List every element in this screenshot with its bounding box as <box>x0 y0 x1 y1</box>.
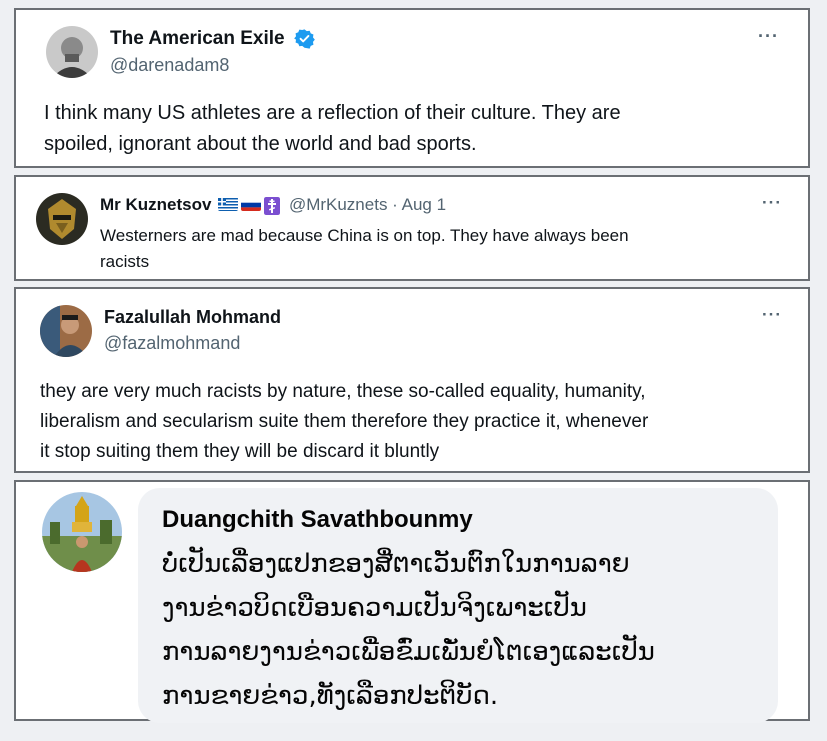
comment-text-line: ງານຂ່າວບິດເບືອນຄວາມເປັນຈິງເພາະເປັນ <box>162 593 587 623</box>
tweet-text-line: they are very much racists by nature, th… <box>40 381 646 402</box>
tweet-card-american-exile[interactable]: The American Exile @darenadam8 ··· I thi… <box>14 8 810 168</box>
comment-text-line: ບໍ່ເປັນເລື່ອງແປກຂອງສື່ຕາເວັນຕົກໃນການລາຍ <box>162 549 630 579</box>
tweet-text-line: liberalism and secularism suite them the… <box>40 411 649 432</box>
avatar[interactable] <box>36 193 88 245</box>
tweet-card-fazalullah-mohmand[interactable]: Fazalullah Mohmand @fazalmohmand ··· the… <box>14 287 810 473</box>
handle[interactable]: @darenadam8 <box>110 55 229 76</box>
handle-and-date[interactable]: @MrKuznets · Aug 1 <box>289 195 446 214</box>
display-name-text[interactable]: The American Exile <box>110 28 285 49</box>
tweet-text-line: racists <box>100 252 150 271</box>
handle[interactable]: @fazalmohmand <box>104 333 240 354</box>
more-options-icon[interactable]: ··· <box>762 305 782 325</box>
comment-card-duangchith[interactable]: Duangchith Savathbounmy ບໍ່ເປັນເລື່ອງແປກ… <box>14 480 810 723</box>
comment-text-line: ການຂາຍຂ່າວ,ທັງເລືອກປະຕິບັດ. <box>162 681 499 711</box>
tweet-text: I think many US athletes are a reflectio… <box>44 98 804 160</box>
display-name[interactable]: Mr Kuznetsov @MrKuznets · Aug 1 <box>100 195 446 215</box>
more-options-icon[interactable]: ··· <box>762 193 782 213</box>
more-options-icon[interactable]: ··· <box>758 26 779 47</box>
tweet-card-mr-kuznetsov[interactable]: Mr Kuznetsov @MrKuznets · Aug 1 ··· West… <box>14 175 810 281</box>
orthodox-cross-flag-icon <box>264 196 281 215</box>
tweet-text-line: it stop suiting them they will be discar… <box>40 441 440 462</box>
avatar[interactable] <box>42 492 122 572</box>
flag-emojis <box>218 196 281 215</box>
tweet-text-line: spoiled, ignorant about the world and ba… <box>44 133 477 155</box>
display-name[interactable]: The American Exile <box>110 28 315 50</box>
comment-text-line: ການລາຍງານຂ່າວເພື່ອຂົ່ມເພັ່ນຍໍໂຕເອງແລະເປັ… <box>162 637 655 667</box>
greece-flag-icon <box>218 197 239 211</box>
commenter-name[interactable]: Duangchith Savathbounmy <box>162 506 473 534</box>
display-name[interactable]: Fazalullah Mohmand <box>104 307 281 328</box>
avatar[interactable] <box>46 26 98 78</box>
display-name-text[interactable]: Mr Kuznetsov <box>100 195 211 214</box>
avatar[interactable] <box>40 305 92 357</box>
comment-text: ບໍ່ເປັນເລື່ອງແປກຂອງສື່ຕາເວັນຕົກໃນການລາຍ … <box>162 542 774 718</box>
verified-badge-icon <box>294 29 315 50</box>
tweet-text-line: Westerners are mad because China is on t… <box>100 226 629 245</box>
tweet-text: they are very much racists by nature, th… <box>40 377 806 467</box>
tweet-text: Westerners are mad because China is on t… <box>100 223 800 275</box>
russia-flag-icon <box>241 197 262 211</box>
tweet-text-line: I think many US athletes are a reflectio… <box>44 102 621 124</box>
